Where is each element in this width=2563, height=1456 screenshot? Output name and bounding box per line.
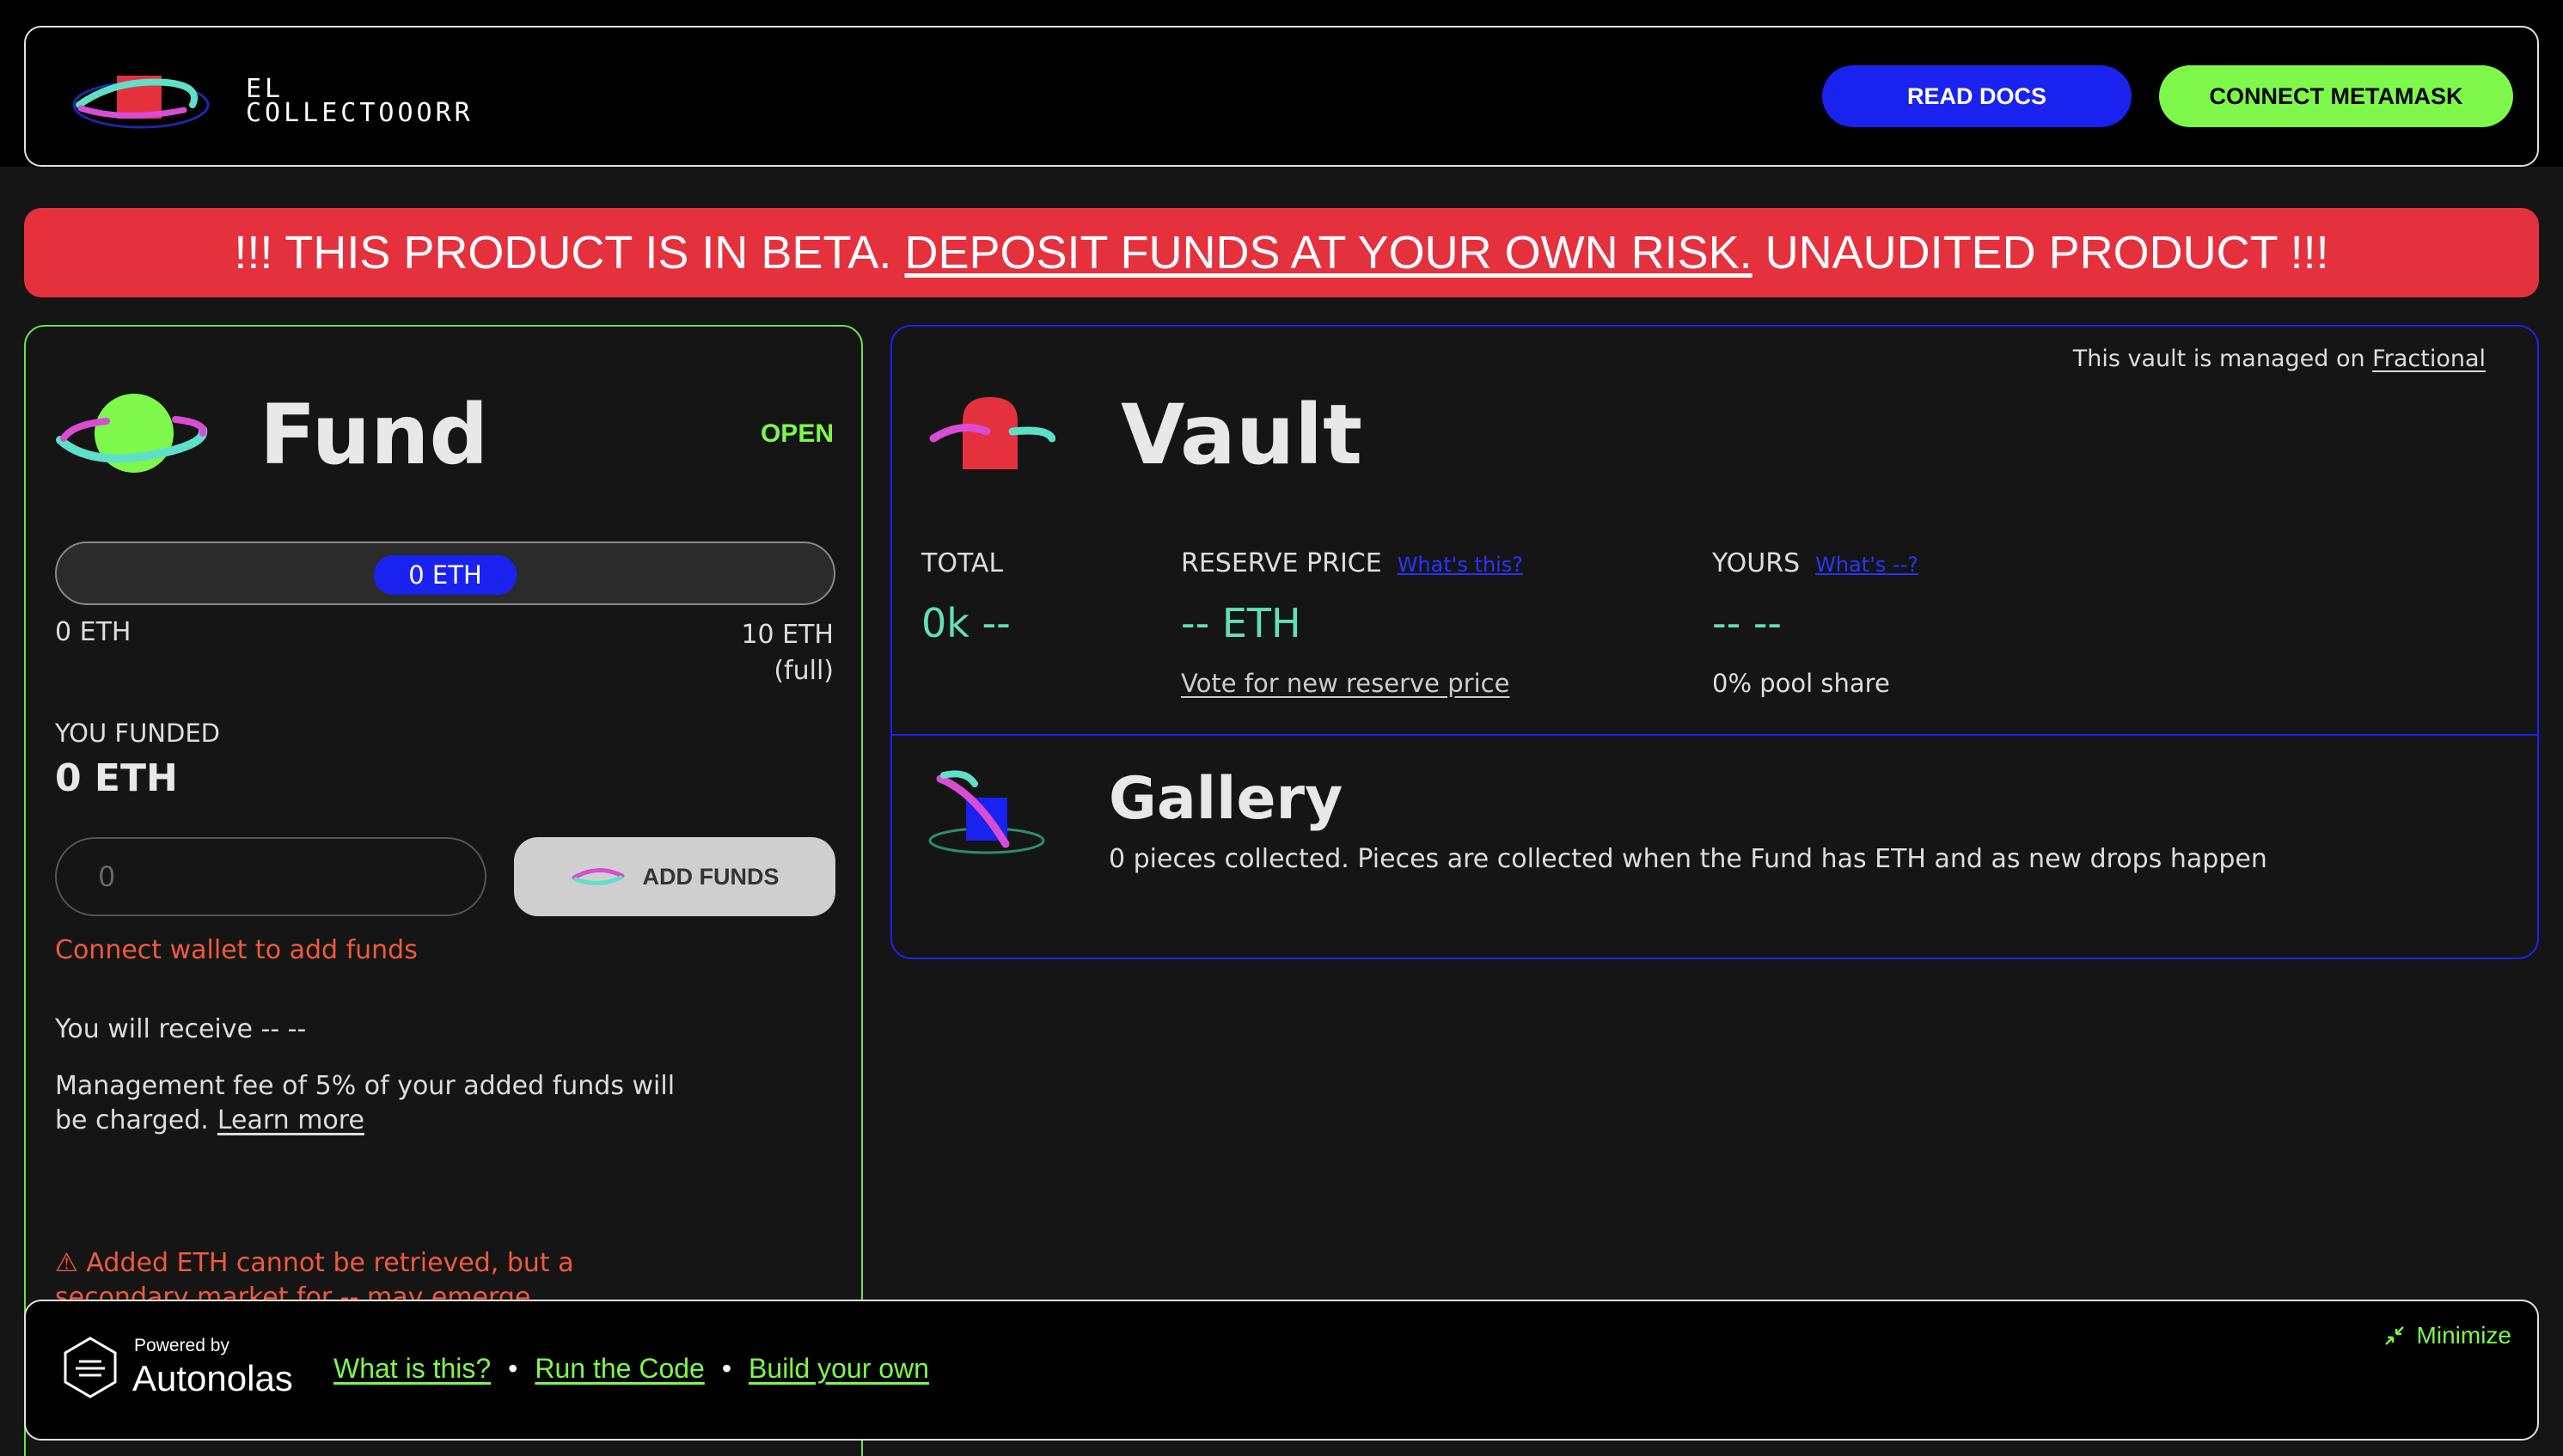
link-separator: • <box>721 1353 732 1384</box>
you-funded-value: 0 ETH <box>55 756 178 800</box>
fund-title: Fund <box>260 387 489 483</box>
vault-managed-note: This vault is managed on Fractional <box>2072 346 2486 372</box>
banner-prefix: !!! THIS PRODUCT IS IN BETA. <box>234 227 905 278</box>
gallery-subtitle: 0 pieces collected. Pieces are collected… <box>1109 844 2267 874</box>
what-is-this-link[interactable]: What is this? <box>333 1353 491 1385</box>
connect-metamask-button[interactable]: CONNECT METAMASK <box>2159 65 2513 127</box>
beta-warning-banner: !!! THIS PRODUCT IS IN BETA. DEPOSIT FUN… <box>24 208 2539 297</box>
fund-amount-input[interactable] <box>55 837 486 916</box>
build-your-own-link[interactable]: Build your own <box>749 1353 929 1385</box>
autonolas-logo-icon <box>64 1337 117 1398</box>
fund-progress-bar: 0 ETH <box>55 541 835 605</box>
powered-by-label: Powered by <box>134 1336 229 1355</box>
yours-label: YOURS What's --? <box>1712 548 1919 578</box>
range-min-label: 0 ETH <box>55 617 132 647</box>
read-docs-button[interactable]: READ DOCS <box>1822 65 2132 127</box>
vault-panel: This vault is managed on Fractional Vaul… <box>890 325 2539 959</box>
reserve-price-value: -- ETH <box>1181 600 1301 646</box>
add-funds-label: ADD FUNDS <box>642 863 780 890</box>
you-funded-label: YOU FUNDED <box>55 719 220 748</box>
footer-links: What is this? • Run the Code • Build you… <box>333 1353 929 1385</box>
total-value: 0k -- <box>921 600 1011 646</box>
reserve-help-link[interactable]: What's this? <box>1398 553 1523 577</box>
planet-icon <box>56 394 208 473</box>
brand-name: EL COLLECTOOORR <box>246 74 474 128</box>
reserve-price-label: RESERVE PRICE What's this? <box>1181 548 1524 578</box>
range-max-value: 10 ETH <box>741 620 834 650</box>
fund-panel: Fund OPEN 0 ETH 0 ETH 10 ETH (full) YOU … <box>24 325 863 1456</box>
banner-risk-link[interactable]: DEPOSIT FUNDS AT YOUR OWN RISK. <box>904 226 1752 279</box>
total-label: TOTAL <box>921 548 1004 578</box>
ring-icon <box>572 868 624 885</box>
learn-more-link[interactable]: Learn more <box>217 1105 364 1135</box>
vault-title: Vault <box>1121 387 1362 483</box>
management-fee-text: Management fee of 5% of your added funds… <box>55 1071 676 1135</box>
banner-suffix: UNAUDITED PRODUCT !!! <box>1752 227 2329 278</box>
yours-help-link[interactable]: What's --? <box>1815 553 1918 577</box>
yours-value: -- -- <box>1712 600 1783 646</box>
autonolas-name: Autonolas <box>132 1358 293 1398</box>
vote-reserve-link[interactable]: Vote for new reserve price <box>1181 669 1509 698</box>
gallery-icon <box>928 770 1045 854</box>
fractional-link[interactable]: Fractional <box>2372 346 2486 372</box>
add-funds-button[interactable]: ADD FUNDS <box>514 837 835 916</box>
run-the-code-link[interactable]: Run the Code <box>535 1353 704 1385</box>
range-max-note: (full) <box>774 656 834 686</box>
collector-logo-icon <box>72 76 210 129</box>
vault-icon <box>929 397 1055 469</box>
pool-share-text: 0% pool share <box>1712 669 1890 698</box>
receive-text: You will receive -- -- <box>55 1014 307 1044</box>
site-header: EL COLLECTOOORR READ DOCS CONNECT METAMA… <box>24 26 2539 167</box>
vault-divider <box>892 734 2537 736</box>
minimize-button[interactable]: Minimize <box>2384 1322 2511 1349</box>
connect-wallet-error: Connect wallet to add funds <box>55 935 418 965</box>
minimize-icon <box>2384 1326 2404 1345</box>
autonolas-footer: Powered by Autonolas What is this? • Run… <box>24 1300 2539 1441</box>
gallery-title: Gallery <box>1109 765 1343 833</box>
link-separator: • <box>508 1353 518 1384</box>
progress-label: 0 ETH <box>374 555 517 595</box>
range-max-label: 10 ETH (full) <box>741 617 834 689</box>
fund-status-badge: OPEN <box>760 419 834 448</box>
